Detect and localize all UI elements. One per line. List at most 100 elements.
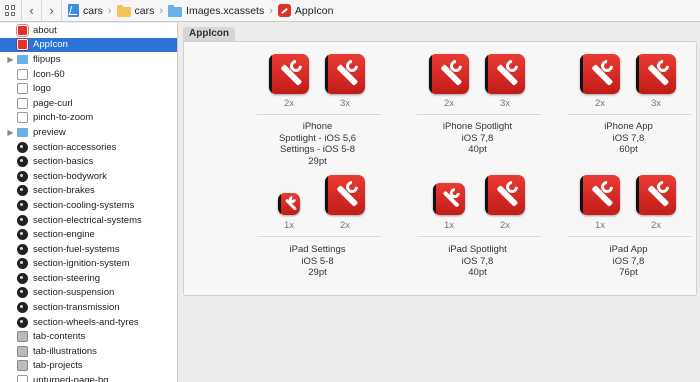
- icon-slot: 1x 2x iPad Spotlight iOS 7,8 40pt: [413, 170, 558, 280]
- icon-wells: 2x 3x: [564, 52, 700, 109]
- sidebar-item[interactable]: section-brakes: [0, 184, 177, 199]
- sidebar-item-label: section-bodywork: [33, 170, 107, 182]
- wrench-app-icon[interactable]: [485, 175, 525, 215]
- sidebar-item-label: preview: [33, 126, 66, 138]
- slot-description: iPhone Spotlight iOS 7,8 40pt: [405, 121, 550, 156]
- dark-icon: [17, 229, 28, 241]
- sidebar-item[interactable]: section-fuel-systems: [0, 242, 177, 257]
- scale-label: 2x: [339, 220, 351, 231]
- image-icon: [17, 83, 28, 95]
- wrench-app-icon[interactable]: [429, 54, 469, 94]
- sidebar-item[interactable]: section-ignition-system: [0, 257, 177, 272]
- breadcrumb-label: cars: [134, 4, 155, 17]
- scale-label: 1x: [443, 220, 455, 231]
- sidebar-item[interactable]: ▶ preview: [0, 125, 177, 140]
- xcode-project-icon: [68, 4, 79, 17]
- wrench-app-icon[interactable]: [580, 175, 620, 215]
- slot-description-line: iPhone Spotlight: [442, 121, 513, 132]
- slot-description-line: iPhone: [302, 121, 333, 132]
- sidebar-item[interactable]: section-electrical-systems: [0, 213, 177, 228]
- gray-icon: [17, 345, 28, 357]
- sidebar-item[interactable]: unturned-page-bg: [0, 373, 177, 382]
- slot-divider: [417, 236, 541, 237]
- sidebar-item[interactable]: page-curl: [0, 96, 177, 111]
- set-title: AppIcon: [183, 27, 235, 41]
- sidebar-item[interactable]: section-accessories: [0, 140, 177, 155]
- dark-icon: [17, 287, 28, 299]
- sidebar-item[interactable]: about: [0, 23, 177, 38]
- sidebar-item[interactable]: Icon-60: [0, 67, 177, 82]
- sidebar-item-label: tab-contents: [33, 331, 86, 343]
- scale-label: 1x: [594, 220, 606, 231]
- sidebar-item-label: unturned-page-bg: [33, 375, 109, 382]
- dark-icon: [17, 243, 28, 255]
- wrench-app-icon[interactable]: [269, 54, 309, 94]
- image-icon: [17, 68, 28, 80]
- slot-description: iPad Spotlight iOS 7,8 40pt: [405, 244, 550, 279]
- wrench-app-icon[interactable]: [278, 193, 300, 215]
- scale-label: 2x: [283, 98, 295, 109]
- breadcrumb-item-appicon[interactable]: AppIcon: [277, 0, 333, 22]
- sidebar-item-label: section-electrical-systems: [33, 214, 142, 226]
- slot-divider: [257, 236, 381, 237]
- slot-description: iPad App iOS 7,8 76pt: [556, 244, 700, 279]
- sidebar-item[interactable]: section-suspension: [0, 286, 177, 301]
- sidebar-item[interactable]: tab-illustrations: [0, 344, 177, 359]
- sidebar-item[interactable]: section-wheels-and-tyres: [0, 315, 177, 330]
- sidebar-item-label: logo: [33, 83, 51, 95]
- gray-icon: [17, 360, 28, 372]
- slot-description-line: iOS 7,8: [612, 132, 645, 144]
- dark-icon: [17, 156, 28, 168]
- asset-list-sidebar: about AppIcon ▶ flipups Icon-60 logo page-curl…: [0, 23, 178, 382]
- folder-icon: [17, 127, 28, 137]
- dark-icon: [17, 258, 28, 270]
- sidebar-item[interactable]: section-steering: [0, 271, 177, 286]
- slot-description-line: iOS 7,8: [461, 132, 494, 144]
- sidebar-item-label: section-wheels-and-tyres: [33, 316, 139, 328]
- sidebar-item[interactable]: ▶ flipups: [0, 52, 177, 67]
- asset-editor: AppIcon 2x 3x iPhone Spotlight - iOS 5,6 Set…: [179, 23, 700, 382]
- chevron-right-icon: ›: [269, 4, 273, 17]
- slot-description-line: iOS 7,8: [461, 255, 494, 267]
- breadcrumb-item-project[interactable]: cars ›: [68, 0, 117, 22]
- wrench-app-icon[interactable]: [325, 175, 365, 215]
- disclosure-triangle-icon[interactable]: ▶: [4, 128, 17, 137]
- sidebar-item[interactable]: logo: [0, 81, 177, 96]
- slot-point-size: 29pt: [308, 155, 327, 167]
- wrench-app-icon[interactable]: [485, 54, 525, 94]
- sidebar-item-label: Icon-60: [33, 68, 65, 80]
- sidebar-item[interactable]: section-engine: [0, 227, 177, 242]
- sidebar-item[interactable]: section-transmission: [0, 300, 177, 315]
- slot-description-line: iPhone App: [604, 121, 653, 132]
- related-items-button[interactable]: [0, 0, 22, 22]
- sidebar-item[interactable]: pinch-to-zoom: [0, 111, 177, 126]
- dark-icon: [17, 302, 28, 314]
- sidebar-item[interactable]: section-bodywork: [0, 169, 177, 184]
- wrench-app-icon[interactable]: [580, 54, 620, 94]
- sidebar-item[interactable]: AppIcon: [0, 37, 177, 53]
- wrench-app-icon[interactable]: [636, 54, 676, 94]
- sidebar-item[interactable]: tab-projects: [0, 359, 177, 374]
- wrench-app-icon[interactable]: [325, 54, 365, 94]
- wrench-app-icon[interactable]: [433, 183, 465, 215]
- scale-label: 3x: [650, 98, 662, 109]
- back-button[interactable]: ‹: [22, 0, 42, 22]
- breadcrumb-item-catalog[interactable]: Images.xcassets ›: [168, 0, 278, 22]
- sidebar-item-label: page-curl: [33, 97, 73, 109]
- dark-icon: [17, 185, 28, 197]
- app-icon-set-icon: [277, 4, 291, 17]
- red-app-icon: [17, 24, 28, 36]
- breadcrumb-item-group[interactable]: cars ›: [116, 0, 169, 22]
- image-icon: [17, 97, 28, 109]
- sidebar-item[interactable]: tab-contents: [0, 329, 177, 344]
- disclosure-triangle-icon[interactable]: ▶: [4, 55, 17, 64]
- wrench-app-icon[interactable]: [636, 175, 676, 215]
- sidebar-item[interactable]: section-basics: [0, 154, 177, 169]
- folder-icon: [116, 4, 131, 17]
- forward-button[interactable]: ›: [42, 0, 62, 22]
- sidebar-item[interactable]: section-cooling-systems: [0, 198, 177, 213]
- icon-wells: 1x 2x: [413, 170, 558, 231]
- sidebar-item-label: flipups: [33, 53, 61, 65]
- slot-description: iPhone App iOS 7,8 60pt: [556, 121, 700, 156]
- icon-wells: 1x 2x: [253, 170, 398, 231]
